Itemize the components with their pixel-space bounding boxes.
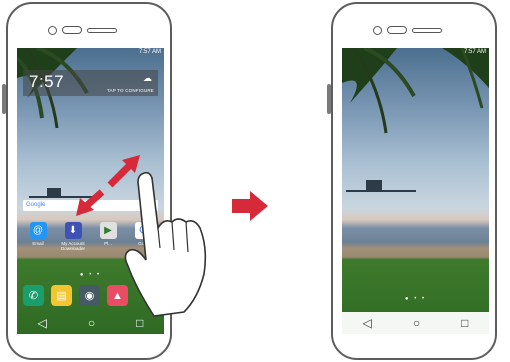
palm-tree-image <box>342 48 489 134</box>
arrow-down-left-icon <box>76 189 105 216</box>
back-button[interactable]: ◁ <box>363 316 372 330</box>
pier-hut <box>366 180 382 190</box>
cloud-icon: ☁ <box>143 73 152 83</box>
sensor-dot <box>48 25 57 35</box>
app-my-account-downloader[interactable]: ⬇ My Account Downloader <box>58 222 88 251</box>
at-sign-icon: @ <box>29 222 47 239</box>
app-label: My Account Downloader <box>60 241 85 251</box>
recents-button[interactable]: □ <box>461 316 468 330</box>
camera-icon[interactable]: ◉ <box>79 285 100 306</box>
sensor-dot <box>373 25 382 35</box>
phone-icon[interactable]: ✆ <box>23 285 44 306</box>
status-bar: 7:57 AM <box>463 49 486 55</box>
tap-to-configure-label: TAP TO CONFIGURE <box>106 88 154 93</box>
arrow-right-icon <box>232 191 268 221</box>
phone-top-sensors <box>48 24 117 36</box>
phone-right: 7:57 AM ● • • ◁ ○ □ <box>327 2 497 360</box>
volume-button <box>327 84 331 114</box>
messages-icon[interactable]: ▤ <box>51 285 72 306</box>
status-bar: 7:57 AM <box>138 49 161 55</box>
user-download-icon: ⬇ <box>64 222 82 239</box>
app-email[interactable]: @ Email <box>23 222 53 251</box>
hand-gesture-icon <box>124 171 207 317</box>
volume-button <box>2 84 6 114</box>
home-button[interactable]: ○ <box>88 316 95 330</box>
home-button[interactable]: ○ <box>413 316 420 330</box>
pier-hut <box>47 188 61 196</box>
play-store-icon: ▶ <box>99 222 117 239</box>
clock-widget[interactable]: 7:57 ☁ TAP TO CONFIGURE <box>23 70 158 96</box>
camera-lens <box>387 26 407 34</box>
navigation-bar: ◁ ○ □ <box>342 312 489 334</box>
app-label: Pl... <box>104 241 112 246</box>
phone-top-sensors <box>373 24 442 36</box>
pier-deck <box>346 190 416 192</box>
app-label: Email <box>32 241 44 246</box>
back-button[interactable]: ◁ <box>38 316 47 330</box>
earpiece <box>412 27 442 33</box>
wallpaper-screen: 7:57 AM ● • • ◁ ○ □ <box>342 48 489 334</box>
clock-time: 7:57 <box>29 72 65 91</box>
page-indicator: ● • • <box>404 296 427 302</box>
camera-lens <box>62 26 82 34</box>
earpiece <box>87 27 117 33</box>
